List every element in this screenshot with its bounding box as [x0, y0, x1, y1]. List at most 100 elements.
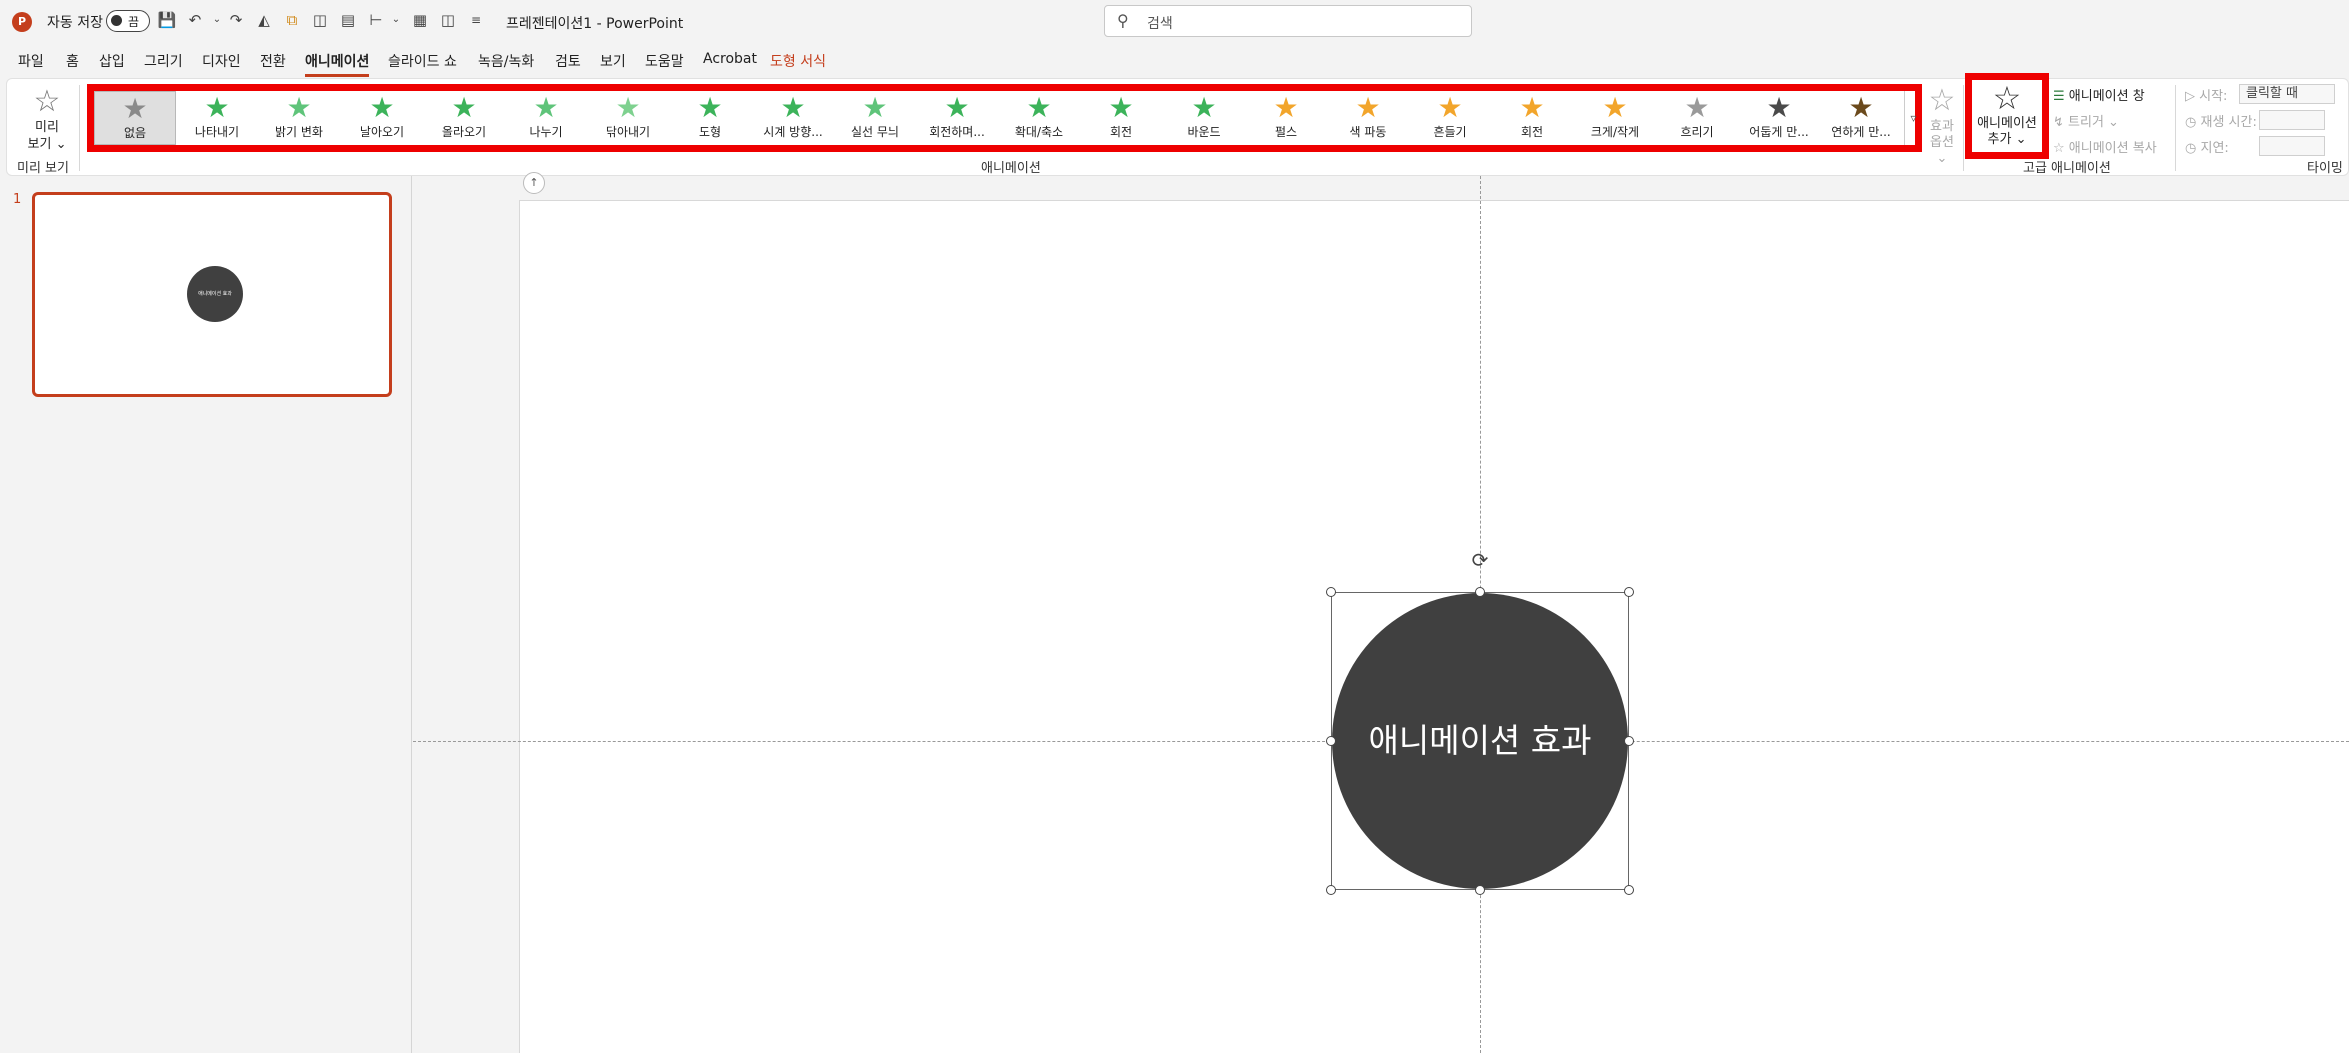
distribute-icon[interactable]: ◫ — [309, 9, 331, 31]
animation-effect-1[interactable]: ★ 나타내기 — [176, 91, 258, 145]
gallery-more-icon[interactable]: ▿ — [1904, 91, 1922, 145]
powerpoint-logo-icon: P — [12, 12, 32, 32]
effect-star-icon: ★ — [369, 91, 395, 124]
animation-effects-gallery: ▿ ★ 없음 ★ 나타내기 ★ 밝기 변화 ★ 날아오기 ★ 올라오기 ★ 나누기 ★ 닦아내기 ★ 도형 ★ 시… — [87, 84, 1922, 152]
tab-review[interactable]: 검토 — [555, 51, 581, 71]
animation-painter-label: 애니메이션 복사 — [2068, 141, 2157, 156]
tab-file[interactable]: 파일 — [18, 51, 44, 71]
animation-effect-5[interactable]: ★ 나누기 — [505, 91, 587, 145]
group-icon[interactable]: ▦ — [409, 9, 431, 31]
thumbnail-circle: 애니메이션 효과 — [187, 266, 243, 322]
effect-options-label-2: 옵션 ⌄ — [1930, 135, 1954, 166]
format-painter-icon[interactable]: ◭ — [253, 9, 275, 31]
effect-options-button[interactable]: ☆ 효과 옵션 ⌄ — [1924, 83, 1960, 167]
animation-effect-8[interactable]: ★ 시계 방향... — [752, 91, 834, 145]
animation-painter-button[interactable]: ☆ 애니메이션 복사 — [2053, 137, 2157, 156]
resize-handle[interactable] — [1326, 736, 1336, 746]
animation-effect-21[interactable]: ★ 연하게 만... — [1820, 91, 1902, 145]
document-title: 프레젠테이션1 - PowerPoint — [506, 16, 684, 32]
effect-star-icon: ★ — [1191, 91, 1217, 124]
animation-effect-13[interactable]: ★ 바운드 — [1163, 91, 1245, 145]
effect-star-icon: ★ — [697, 91, 723, 124]
animation-effect-7[interactable]: ★ 도형 — [669, 91, 751, 145]
align-left-icon[interactable]: ⊢ — [365, 9, 387, 31]
preview-button[interactable]: ☆ 미리 보기 ⌄ — [21, 84, 73, 153]
tab-help[interactable]: 도움말 — [645, 51, 684, 71]
trigger-button[interactable]: ↯ 트리거 ⌄ — [2053, 111, 2119, 130]
delay-spinner[interactable] — [2259, 136, 2325, 156]
animation-effect-11[interactable]: ★ 확대/축소 — [998, 91, 1080, 145]
autosave-toggle[interactable]: 끔 — [106, 10, 150, 32]
start-label: ▷ 시작: — [2185, 85, 2227, 104]
animation-effect-15[interactable]: ★ 색 파동 — [1327, 91, 1409, 145]
preview-label-1: 미리 — [35, 120, 59, 135]
resize-handle[interactable] — [1475, 885, 1485, 895]
undo-icon[interactable]: ↶ — [184, 9, 206, 31]
effect-label: 날아오기 — [359, 125, 405, 139]
tab-slideshow[interactable]: 슬라이드 쇼 — [388, 51, 457, 71]
animation-effect-17[interactable]: ★ 회전 — [1491, 91, 1573, 145]
align-dropdown-icon[interactable]: ⌄ — [385, 9, 407, 31]
add-animation-button[interactable]: ☆ 애니메이션 추가 ⌄ — [1965, 73, 2049, 159]
resize-handle[interactable] — [1326, 587, 1336, 597]
layer-icon[interactable]: ◫ — [437, 9, 459, 31]
animation-effect-14[interactable]: ★ 펄스 — [1245, 91, 1327, 145]
duration-spinner[interactable] — [2259, 110, 2325, 130]
tab-animations[interactable]: 애니메이션 — [305, 51, 370, 77]
effect-label: 도형 — [698, 125, 722, 139]
tab-transitions[interactable]: 전환 — [260, 51, 286, 71]
resize-handle[interactable] — [1624, 736, 1634, 746]
tab-acrobat[interactable]: Acrobat — [703, 51, 757, 67]
rotate-handle-icon[interactable]: ⟳ — [1468, 548, 1492, 572]
start-dropdown[interactable]: 클릭할 때 — [2239, 84, 2335, 104]
animation-effect-3[interactable]: ★ 날아오기 — [341, 91, 423, 145]
slide-thumbnails-pane: 1 애니메이션 효과 — [0, 176, 412, 1053]
effect-options-label-1: 효과 — [1930, 119, 1954, 134]
search-placeholder: 검색 — [1147, 16, 1173, 32]
resize-handle[interactable] — [1624, 885, 1634, 895]
slide-thumbnail[interactable]: 애니메이션 효과 — [32, 192, 392, 397]
circle-shape[interactable]: 애니메이션 효과 — [1332, 593, 1628, 889]
effect-star-icon: ★ — [615, 91, 641, 124]
tab-shape-format[interactable]: 도형 서식 — [770, 51, 826, 71]
resize-handle[interactable] — [1326, 885, 1336, 895]
clock-icon: ◷ — [2185, 115, 2197, 130]
animation-effect-12[interactable]: ★ 회전 — [1080, 91, 1162, 145]
duration-label-text: 재생 시간: — [2200, 115, 2257, 130]
collapse-ribbon-icon[interactable]: ↑ — [523, 172, 545, 194]
copy-icon[interactable]: ⧉ — [281, 9, 303, 31]
animation-effect-19[interactable]: ★ 흐리기 — [1656, 91, 1738, 145]
animations-ribbon: ☆ 미리 보기 ⌄ 미리 보기 ▿ ★ 없음 ★ 나타내기 ★ 밝기 변화 ★ 날아오기 ★ 올라… — [6, 73, 2349, 176]
align-icon[interactable]: ▤ — [337, 9, 359, 31]
preview-label-2: 보기 ⌄ — [27, 137, 67, 152]
effect-star-icon: ★ — [1273, 91, 1299, 124]
save-icon[interactable]: 💾 — [156, 9, 178, 31]
animation-effect-6[interactable]: ★ 닦아내기 — [587, 91, 669, 145]
resize-handle[interactable] — [1624, 587, 1634, 597]
resize-handle[interactable] — [1475, 587, 1485, 597]
trigger-label: 트리거 ⌄ — [2068, 115, 2119, 130]
group-label-animation: 애니메이션 — [981, 161, 1041, 176]
animation-effect-9[interactable]: ★ 실선 무늬 — [834, 91, 916, 145]
search-box[interactable]: ⚲ 검색 — [1104, 5, 1472, 37]
animation-effect-2[interactable]: ★ 밝기 변화 — [258, 91, 340, 145]
tab-home[interactable]: 홈 — [66, 51, 79, 71]
animation-effect-10[interactable]: ★ 회전하며... — [916, 91, 998, 145]
animation-effect-0[interactable]: ★ 없음 — [94, 91, 176, 145]
effect-star-icon: ★ — [533, 91, 559, 124]
tab-insert[interactable]: 삽입 — [99, 51, 125, 71]
animation-effect-20[interactable]: ★ 어둡게 만... — [1738, 91, 1820, 145]
redo-icon[interactable]: ↷ — [225, 9, 247, 31]
effect-label: 올라오기 — [441, 125, 487, 139]
tab-view[interactable]: 보기 — [600, 51, 626, 71]
customize-toolbar-icon[interactable]: ≡ — [465, 9, 487, 31]
animation-pane-label: 애니메이션 창 — [2068, 89, 2145, 104]
tab-recording[interactable]: 녹음/녹화 — [478, 51, 534, 71]
animation-effect-4[interactable]: ★ 올라오기 — [423, 91, 505, 145]
tab-draw[interactable]: 그리기 — [144, 51, 183, 71]
animation-pane-button[interactable]: ☰ 애니메이션 창 — [2053, 85, 2145, 104]
animation-effect-16[interactable]: ★ 흔들기 — [1409, 91, 1491, 145]
tab-design[interactable]: 디자인 — [202, 51, 241, 71]
animation-effect-18[interactable]: ★ 크게/작게 — [1574, 91, 1656, 145]
preview-star-icon: ☆ — [33, 84, 61, 119]
